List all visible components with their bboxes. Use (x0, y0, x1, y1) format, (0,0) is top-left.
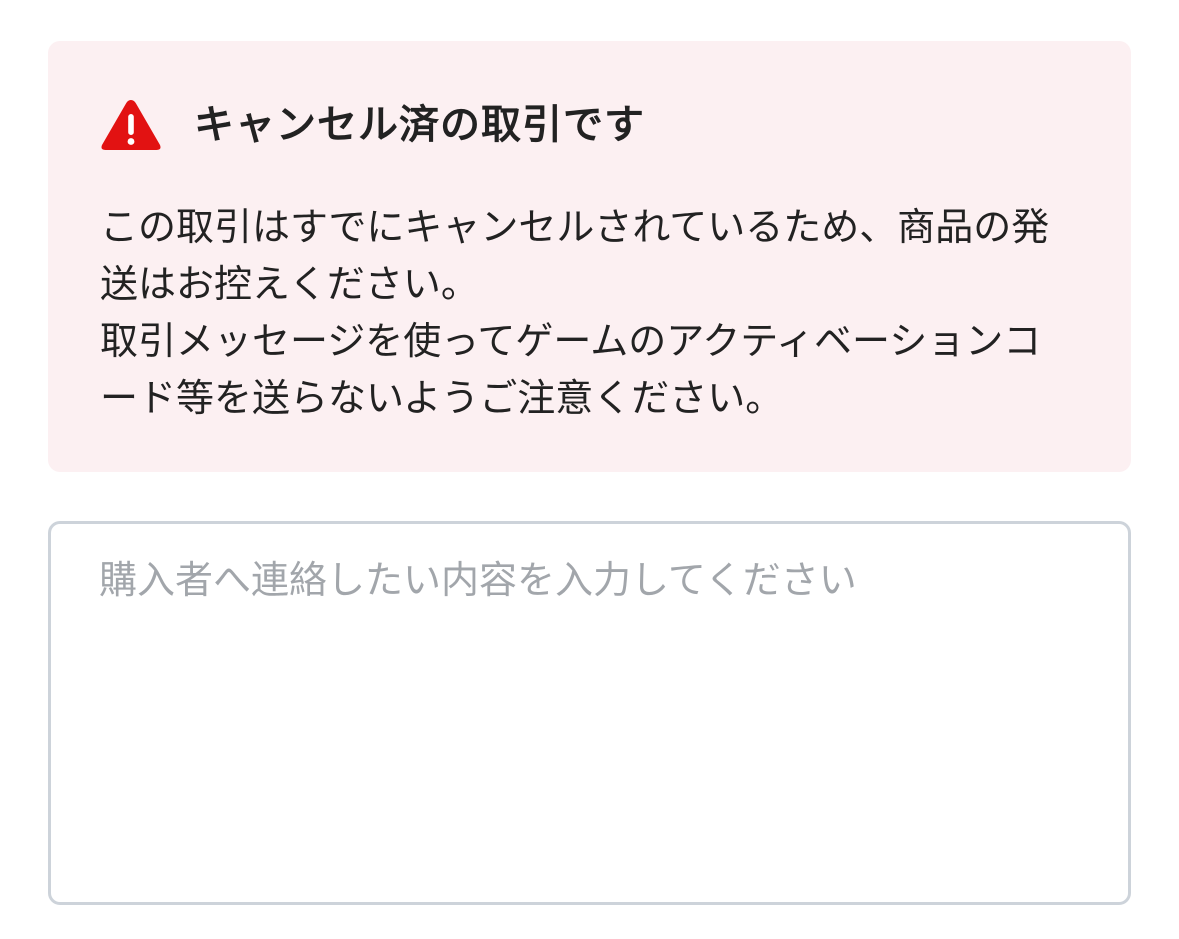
alert-title: キャンセル済の取引です (194, 102, 645, 148)
message-input-container (48, 521, 1131, 905)
alert-header: キャンセル済の取引です (100, 97, 645, 153)
message-input[interactable] (51, 524, 1128, 902)
cancelled-transaction-alert: キャンセル済の取引です この取引はすでにキャンセルされているため、商品の発送はお… (48, 41, 1131, 472)
alert-message-shipping: この取引はすでにキャンセルされているため、商品の発送はお控えください。 (100, 205, 1050, 306)
alert-message-activation-code: 取引メッセージを使ってゲームのアクティベーションコード等を送らないようご注意くだ… (100, 319, 1042, 420)
warning-triangle-icon (101, 100, 161, 150)
alert-body: この取引はすでにキャンセルされているため、商品の発送はお控えください。 取引メッ… (100, 199, 1070, 427)
